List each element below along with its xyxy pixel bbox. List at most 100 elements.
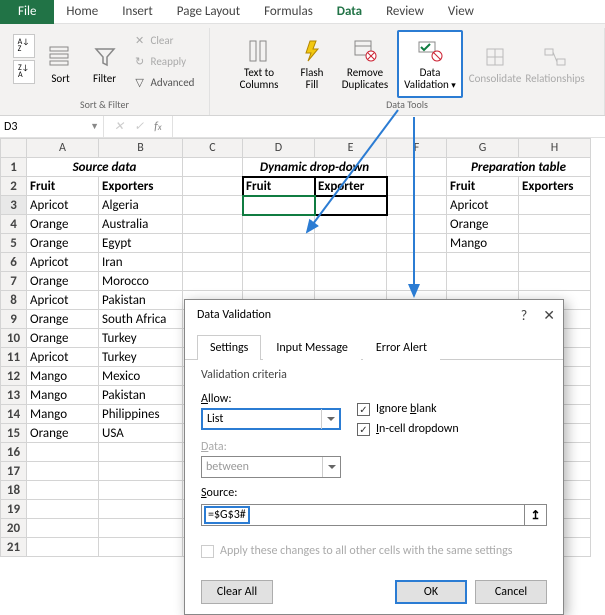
cell[interactable]: Orange [27, 310, 99, 329]
cell[interactable] [315, 196, 387, 215]
select-all-corner[interactable] [1, 139, 27, 158]
cell[interactable] [387, 215, 447, 234]
cell[interactable] [447, 272, 519, 291]
close-button[interactable]: ✕ [543, 307, 555, 324]
cell[interactable] [387, 177, 447, 196]
cell[interactable] [243, 196, 315, 215]
cell[interactable]: Fruit [27, 177, 99, 196]
column-header[interactable]: C [183, 139, 243, 158]
cell[interactable] [519, 215, 591, 234]
cell[interactable]: Exporter [315, 177, 387, 196]
source-input[interactable]: =$G$3# [201, 504, 525, 526]
tab-review[interactable]: Review [374, 0, 436, 24]
cell[interactable] [99, 481, 183, 500]
cell[interactable] [387, 253, 447, 272]
cell[interactable]: Orange [447, 215, 519, 234]
data-validation-button[interactable]: Data Validation ▾ [397, 30, 463, 98]
cell[interactable] [27, 538, 99, 557]
row-header[interactable]: 13 [1, 386, 27, 405]
cell[interactable] [243, 215, 315, 234]
cell[interactable] [183, 158, 243, 177]
consolidate-button[interactable]: Consolidate [467, 30, 523, 98]
row-header[interactable]: 6 [1, 253, 27, 272]
cell[interactable]: Australia [99, 215, 183, 234]
in-cell-dropdown-checkbox[interactable]: ✓In-cell dropdown [357, 422, 459, 436]
ignore-blank-checkbox[interactable]: ✓Ignore blank [357, 402, 459, 416]
row-header[interactable]: 4 [1, 215, 27, 234]
cell[interactable]: USA [99, 424, 183, 443]
cell[interactable]: Fruit [243, 177, 315, 196]
cell[interactable]: Source data [27, 158, 183, 177]
row-header[interactable]: 11 [1, 348, 27, 367]
cell[interactable]: Apricot [447, 196, 519, 215]
sort-desc-button[interactable]: Z↓A [13, 60, 35, 84]
cell[interactable]: Preparation table [447, 158, 591, 177]
cell[interactable] [99, 500, 183, 519]
column-header[interactable]: F [387, 139, 447, 158]
cell[interactable] [183, 234, 243, 253]
cancel-button[interactable]: Cancel [475, 580, 547, 604]
cell[interactable] [99, 443, 183, 462]
row-header[interactable]: 10 [1, 329, 27, 348]
cell[interactable]: Orange [27, 329, 99, 348]
cell[interactable]: Fruit [447, 177, 519, 196]
cell[interactable]: Orange [27, 424, 99, 443]
cell[interactable]: Dynamic drop-down [243, 158, 387, 177]
formula-bar[interactable] [173, 116, 605, 137]
cell[interactable]: Algeria [99, 196, 183, 215]
reapply-button[interactable]: ↻Reapply [129, 51, 199, 71]
cell[interactable] [183, 215, 243, 234]
cell[interactable] [183, 196, 243, 215]
tab-formulas[interactable]: Formulas [252, 0, 325, 24]
sort-asc-button[interactable]: A↓Z [13, 34, 35, 58]
cell[interactable]: Turkey [99, 329, 183, 348]
row-header[interactable]: 20 [1, 519, 27, 538]
cell[interactable] [27, 462, 99, 481]
cell[interactable]: Morocco [99, 272, 183, 291]
cell[interactable]: Mango [27, 405, 99, 424]
allow-select[interactable]: List [201, 408, 341, 430]
cell[interactable] [315, 215, 387, 234]
cancel-formula-icon[interactable]: ✕ [114, 119, 124, 134]
cell[interactable]: Orange [27, 215, 99, 234]
cell[interactable] [243, 234, 315, 253]
cell[interactable] [99, 519, 183, 538]
cell[interactable]: Apricot [27, 196, 99, 215]
cell[interactable]: Turkey [99, 348, 183, 367]
cell[interactable] [243, 272, 315, 291]
cell[interactable]: Exporters [99, 177, 183, 196]
row-header[interactable]: 15 [1, 424, 27, 443]
column-header[interactable]: A [27, 139, 99, 158]
cell[interactable]: Philippines [99, 405, 183, 424]
tab-data[interactable]: Data [325, 0, 374, 24]
cell[interactable] [99, 538, 183, 557]
cell[interactable] [27, 443, 99, 462]
relationships-button[interactable]: Relationships [527, 30, 583, 98]
row-header[interactable]: 14 [1, 405, 27, 424]
row-header[interactable]: 7 [1, 272, 27, 291]
cell[interactable] [387, 196, 447, 215]
cell[interactable] [315, 234, 387, 253]
row-header[interactable]: 18 [1, 481, 27, 500]
cell[interactable]: Orange [27, 234, 99, 253]
row-header[interactable]: 19 [1, 500, 27, 519]
cell[interactable]: Pakistan [99, 291, 183, 310]
chevron-down-icon[interactable]: ▼ [90, 121, 99, 132]
cell[interactable]: Mango [447, 234, 519, 253]
cell[interactable] [447, 253, 519, 272]
advanced-filter-button[interactable]: ▽Advanced [129, 72, 199, 92]
cell[interactable]: Exporters [519, 177, 591, 196]
sort-button[interactable]: Sort [41, 30, 81, 98]
cell[interactable] [27, 481, 99, 500]
cell[interactable]: Mango [27, 367, 99, 386]
name-box[interactable]: D3▼ [0, 116, 104, 137]
row-header[interactable]: 16 [1, 443, 27, 462]
ok-button[interactable]: OK [395, 580, 467, 604]
cell[interactable]: South Africa [99, 310, 183, 329]
column-header[interactable]: E [315, 139, 387, 158]
cell[interactable] [519, 234, 591, 253]
row-header[interactable]: 12 [1, 367, 27, 386]
cell[interactable]: Pakistan [99, 386, 183, 405]
column-header[interactable]: D [243, 139, 315, 158]
chevron-down-icon[interactable] [321, 409, 339, 429]
